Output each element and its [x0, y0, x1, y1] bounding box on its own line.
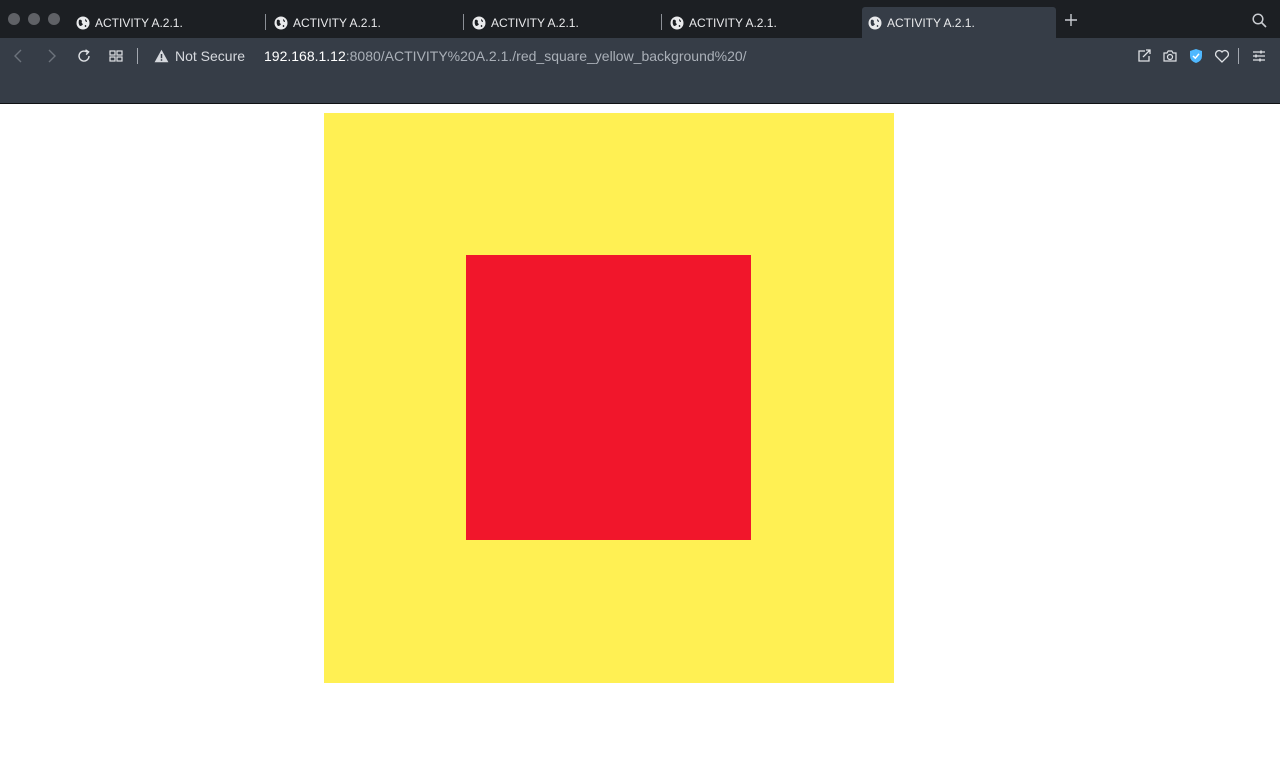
- warning-icon: [154, 49, 169, 63]
- heart-icon[interactable]: [1214, 48, 1230, 64]
- tab-divider: [463, 14, 464, 30]
- red-square: [466, 255, 751, 540]
- security-indicator[interactable]: Not Secure: [154, 47, 245, 65]
- maximize-window-button[interactable]: [48, 13, 60, 25]
- close-window-button[interactable]: [8, 13, 20, 25]
- chevron-left-icon[interactable]: [11, 48, 27, 64]
- yellow-background: [324, 113, 894, 683]
- tab-title: ACTIVITY A.2.1.: [689, 15, 777, 30]
- tab-title: ACTIVITY A.2.1.: [887, 15, 975, 30]
- tab-title: ACTIVITY A.2.1.: [95, 15, 183, 30]
- camera-icon[interactable]: [1162, 48, 1178, 64]
- url-field[interactable]: 192.168.1.12:8080/ACTIVITY%20A.2.1./red_…: [264, 47, 747, 65]
- share-icon[interactable]: [1136, 48, 1152, 64]
- url-path: :8080/ACTIVITY%20A.2.1./red_square_yello…: [345, 48, 747, 64]
- globe-icon: [274, 16, 288, 29]
- toolbar-divider: [137, 48, 138, 64]
- tab-5-active[interactable]: ACTIVITY A.2.1.: [862, 7, 1056, 38]
- globe-icon: [670, 16, 684, 29]
- tab-divider: [661, 14, 662, 30]
- tab-title: ACTIVITY A.2.1.: [491, 15, 579, 30]
- reload-icon[interactable]: [76, 48, 92, 64]
- shield-check-icon[interactable]: [1188, 48, 1204, 64]
- page-viewport: [0, 104, 1280, 778]
- tab-3[interactable]: ACTIVITY A.2.1.: [466, 7, 664, 38]
- sliders-icon[interactable]: [1251, 48, 1267, 64]
- globe-icon: [472, 16, 486, 29]
- security-label: Not Secure: [175, 48, 246, 64]
- tab-bar: ACTIVITY A.2.1. ACTIVITY A.2.1. ACTIVITY…: [0, 0, 1280, 38]
- tab-4[interactable]: ACTIVITY A.2.1.: [664, 7, 862, 38]
- globe-icon: [76, 16, 90, 29]
- plus-icon[interactable]: [1063, 12, 1079, 28]
- tab-1[interactable]: ACTIVITY A.2.1.: [70, 7, 268, 38]
- tab-divider: [265, 14, 266, 30]
- grid-icon[interactable]: [108, 48, 124, 64]
- toolbar-divider: [1238, 48, 1239, 64]
- tab-2[interactable]: ACTIVITY A.2.1.: [268, 7, 466, 38]
- browser-window: ACTIVITY A.2.1. ACTIVITY A.2.1. ACTIVITY…: [0, 0, 1280, 778]
- address-toolbar: Not Secure 192.168.1.12:8080/ACTIVITY%20…: [0, 38, 1280, 104]
- search-icon[interactable]: [1252, 13, 1267, 28]
- tab-title: ACTIVITY A.2.1.: [293, 15, 381, 30]
- globe-icon: [868, 16, 882, 29]
- url-host: 192.168.1.12: [264, 48, 346, 64]
- minimize-window-button[interactable]: [28, 13, 40, 25]
- chevron-right-icon[interactable]: [43, 48, 59, 64]
